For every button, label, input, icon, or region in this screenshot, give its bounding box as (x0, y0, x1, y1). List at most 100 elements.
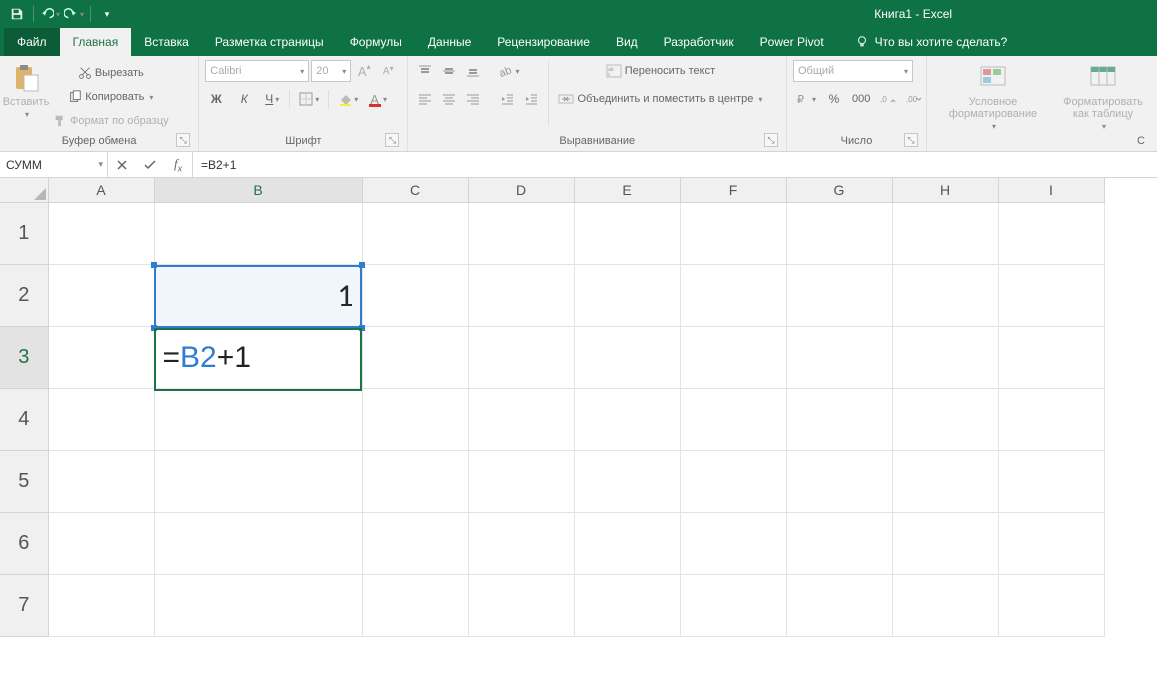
col-header-C[interactable]: C (362, 178, 468, 202)
increase-decimal-button[interactable]: ,0 (877, 88, 899, 110)
cell-C5[interactable] (362, 450, 468, 512)
cell-B7[interactable] (154, 574, 362, 636)
alignment-dialog-launcher[interactable]: ⤡ (764, 133, 778, 147)
row-header-2[interactable]: 2 (0, 264, 48, 326)
cell-E2[interactable] (574, 264, 680, 326)
cell-F3[interactable] (680, 326, 786, 388)
cell-B1[interactable] (154, 202, 362, 264)
cell-D6[interactable] (468, 512, 574, 574)
cell-C4[interactable] (362, 388, 468, 450)
cell-C6[interactable] (362, 512, 468, 574)
font-color-button[interactable]: A▾ (367, 88, 390, 110)
align-center-button[interactable] (438, 88, 460, 110)
align-top-button[interactable] (414, 60, 436, 82)
cell-C7[interactable] (362, 574, 468, 636)
cell-D7[interactable] (468, 574, 574, 636)
row-header-5[interactable]: 5 (0, 450, 48, 512)
col-header-B[interactable]: B (154, 178, 362, 202)
conditional-formatting-button[interactable]: Условное форматирование▾ (943, 60, 1043, 131)
percent-button[interactable]: % (823, 88, 845, 110)
cell-G1[interactable] (786, 202, 892, 264)
row-header-4[interactable]: 4 (0, 388, 48, 450)
cell-H2[interactable] (892, 264, 998, 326)
decrease-decimal-button[interactable]: ,00 (903, 88, 925, 110)
cell-B6[interactable] (154, 512, 362, 574)
tab-review[interactable]: Рецензирование (484, 28, 603, 56)
cell-F1[interactable] (680, 202, 786, 264)
cell-I1[interactable] (998, 202, 1104, 264)
cell-E1[interactable] (574, 202, 680, 264)
cell-G6[interactable] (786, 512, 892, 574)
cell-D3[interactable] (468, 326, 574, 388)
cell-B5[interactable] (154, 450, 362, 512)
cell-E3[interactable] (574, 326, 680, 388)
col-header-D[interactable]: D (468, 178, 574, 202)
name-box-dropdown[interactable]: ▾ (98, 159, 103, 170)
cell-F5[interactable] (680, 450, 786, 512)
decrease-indent-button[interactable] (496, 88, 518, 110)
number-format-combo[interactable]: Общий▾ (793, 60, 913, 82)
italic-button[interactable]: К (233, 88, 255, 110)
row-header-3[interactable]: 3 (0, 326, 48, 388)
cut-button[interactable]: Вырезать (50, 62, 172, 84)
redo-button[interactable]: ▾ (63, 3, 85, 25)
format-as-table-button[interactable]: Форматировать как таблицу▾ (1055, 60, 1151, 131)
cell-E5[interactable] (574, 450, 680, 512)
tab-data[interactable]: Данные (415, 28, 484, 56)
ref-handle[interactable] (359, 325, 365, 331)
cell-A4[interactable] (48, 388, 154, 450)
underline-button[interactable]: Ч▾ (261, 88, 283, 110)
borders-button[interactable]: ▾ (296, 88, 322, 110)
cell-A5[interactable] (48, 450, 154, 512)
row-header-6[interactable]: 6 (0, 512, 48, 574)
cell-A6[interactable] (48, 512, 154, 574)
cell-D1[interactable] (468, 202, 574, 264)
insert-function-button[interactable]: fx (164, 152, 192, 177)
worksheet-grid[interactable]: A B C D E F G H I 1 21 3=B2+1 4 5 6 7 (0, 178, 1157, 682)
paste-button[interactable]: Вставить▾ (6, 60, 46, 119)
tab-insert[interactable]: Вставка (131, 28, 202, 56)
cell-H5[interactable] (892, 450, 998, 512)
cell-I5[interactable] (998, 450, 1104, 512)
cell-B4[interactable] (154, 388, 362, 450)
cell-H7[interactable] (892, 574, 998, 636)
cell-E4[interactable] (574, 388, 680, 450)
orientation-button[interactable]: ab▾ (496, 60, 522, 82)
tab-view[interactable]: Вид (603, 28, 651, 56)
cell-D5[interactable] (468, 450, 574, 512)
cell-E6[interactable] (574, 512, 680, 574)
cell-A3[interactable] (48, 326, 154, 388)
font-size-combo[interactable]: 20▾ (311, 60, 351, 82)
format-painter-button[interactable]: Формат по образцу (50, 110, 172, 132)
wrap-text-button[interactable]: abc Переносить текст (555, 60, 765, 82)
align-middle-button[interactable] (438, 60, 460, 82)
tab-powerpivot[interactable]: Power Pivot (747, 28, 837, 56)
tab-file[interactable]: Файл (4, 28, 60, 56)
cell-I4[interactable] (998, 388, 1104, 450)
grow-font-button[interactable]: A▴ (353, 60, 375, 82)
cell-F2[interactable] (680, 264, 786, 326)
cell-F7[interactable] (680, 574, 786, 636)
col-header-G[interactable]: G (786, 178, 892, 202)
cell-D2[interactable] (468, 264, 574, 326)
enter-formula-button[interactable] (136, 152, 164, 177)
cell-H3[interactable] (892, 326, 998, 388)
formula-input[interactable]: =B2+1 (193, 152, 1157, 177)
cell-H6[interactable] (892, 512, 998, 574)
cell-I3[interactable] (998, 326, 1104, 388)
fill-color-button[interactable]: ▾ (335, 88, 361, 110)
cell-A2[interactable] (48, 264, 154, 326)
accounting-format-button[interactable]: ₽▾ (793, 88, 819, 110)
font-dialog-launcher[interactable]: ⤡ (385, 133, 399, 147)
save-button[interactable] (6, 3, 28, 25)
cell-C1[interactable] (362, 202, 468, 264)
number-dialog-launcher[interactable]: ⤡ (904, 133, 918, 147)
clipboard-dialog-launcher[interactable]: ⤡ (176, 133, 190, 147)
ref-handle[interactable] (359, 262, 365, 268)
cell-C3[interactable] (362, 326, 468, 388)
tab-home[interactable]: Главная (60, 28, 132, 56)
cell-B3[interactable]: =B2+1 (154, 326, 362, 388)
cell-D4[interactable] (468, 388, 574, 450)
cell-B2[interactable]: 1 (154, 264, 362, 326)
ref-handle[interactable] (151, 262, 157, 268)
